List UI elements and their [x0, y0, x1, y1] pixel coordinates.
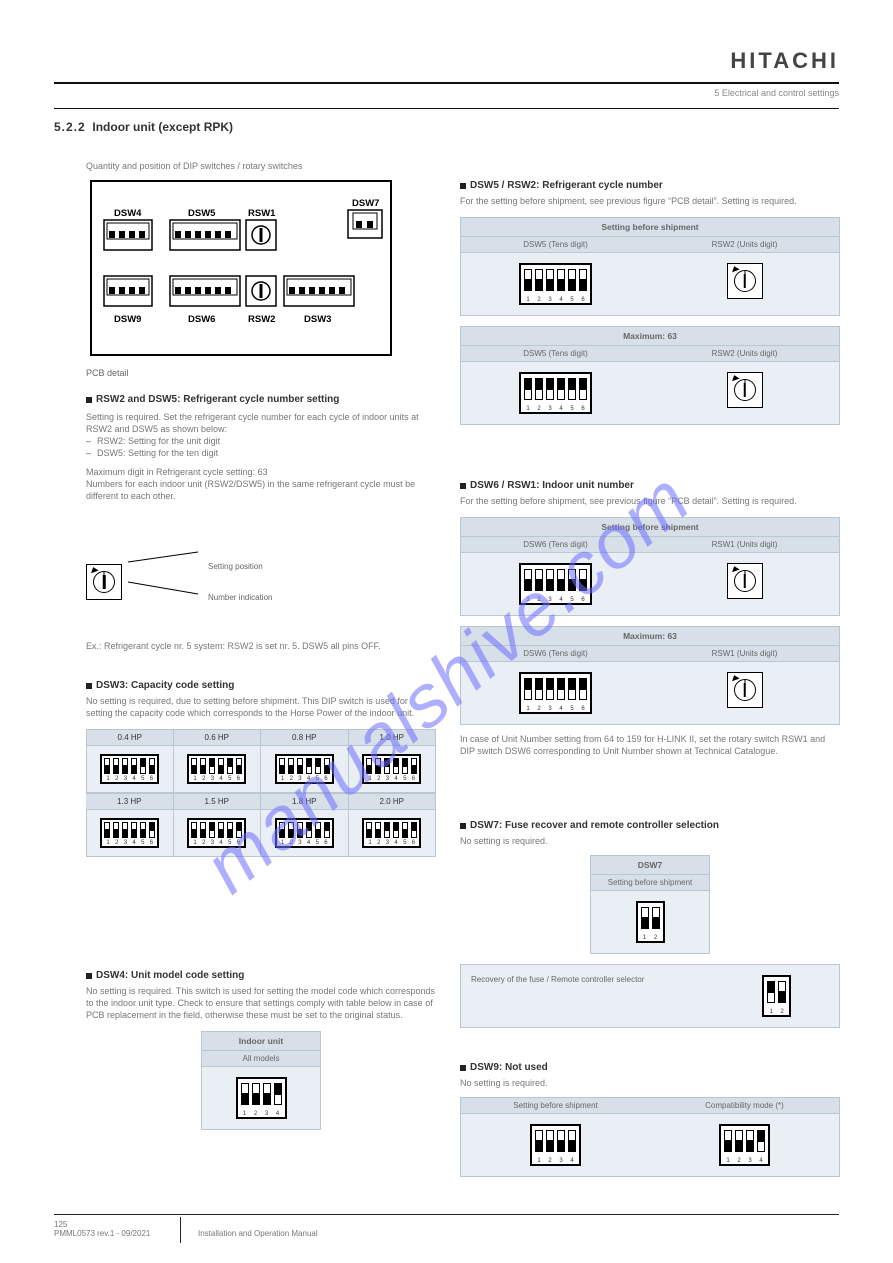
- dip-switch: 123456: [275, 818, 334, 848]
- intro: Quantity and position of DIP switches / …: [86, 160, 836, 172]
- svg-text:DSW7: DSW7: [352, 198, 379, 209]
- dip-switch: 123456: [275, 754, 334, 784]
- dip-switch: 123456: [519, 672, 592, 714]
- rotary-switch-icon: [727, 263, 763, 299]
- rsw-callout-1: Setting position: [208, 562, 272, 571]
- dip-switch: 123456: [519, 563, 592, 605]
- rotary-switch-icon: [727, 672, 763, 708]
- dsw7-block: DSW7: Fuse recover and remote controller…: [460, 820, 840, 1028]
- footer-right: Installation and Operation Manual: [198, 1229, 839, 1239]
- dip-switch: 12: [762, 975, 791, 1017]
- pcb-diagram: DSW4 DSW5 RSW1 DSW7 DSW9 DSW6 RSW2 DSW3: [90, 180, 402, 360]
- dip-switch: 123456: [187, 818, 246, 848]
- footer-rule: [54, 1214, 839, 1215]
- square-bullet-icon: [86, 397, 92, 403]
- square-bullet-icon: [86, 683, 92, 689]
- dsw9-block: DSW9: Not used No setting is required. S…: [460, 1062, 840, 1177]
- brand-logo: HITACHI: [730, 48, 839, 74]
- dsw4-block: DSW4: Unit model code setting No setting…: [86, 970, 436, 1130]
- svg-text:DSW4: DSW4: [114, 208, 142, 219]
- square-bullet-icon: [460, 483, 466, 489]
- svg-text:DSW6: DSW6: [188, 314, 215, 325]
- header-rule-1: [54, 82, 839, 84]
- dip-switch: 123456: [187, 754, 246, 784]
- square-bullet-icon: [460, 1065, 466, 1071]
- square-bullet-icon: [460, 823, 466, 829]
- rsw-callout-2: Number indication: [208, 593, 272, 602]
- svg-text:DSW9: DSW9: [114, 314, 141, 325]
- dip-switch: 123456: [519, 372, 592, 414]
- section-breadcrumb: 5 Electrical and control settings: [54, 88, 839, 98]
- dip-switch: 1234: [719, 1124, 770, 1166]
- page: HITACHI 5 Electrical and control setting…: [0, 0, 893, 1263]
- dip-switch: 12: [636, 901, 665, 943]
- dsw5-rsw2-block: DSW5 / RSW2: Refrigerant cycle number Fo…: [460, 180, 840, 425]
- dip-switch: 1234: [236, 1077, 287, 1119]
- svg-text:RSW1: RSW1: [248, 208, 276, 219]
- dip-switch: 123456: [100, 818, 159, 848]
- pcb-caption: PCB detail: [86, 368, 129, 378]
- rsw-example: Ex.: Refrigerant cycle nr. 5 system: RSW…: [86, 640, 436, 652]
- rotary-switch-icon: [86, 564, 122, 600]
- section-heading: 5.2.2 Indoor unit (except RPK): [54, 120, 233, 134]
- svg-text:RSW2: RSW2: [248, 314, 275, 325]
- section-title: Indoor unit (except RPK): [92, 120, 233, 134]
- header-rule-2: [54, 108, 839, 109]
- dsw6-rsw1-block: DSW6 / RSW1: Indoor unit number For the …: [460, 480, 840, 757]
- svg-text:DSW3: DSW3: [304, 314, 331, 325]
- section-number: 5.2.2: [54, 120, 86, 134]
- svg-text:DSW5: DSW5: [188, 208, 216, 219]
- footer-sep: [180, 1217, 181, 1243]
- dip-switch: 123456: [100, 754, 159, 784]
- rotary-switch-icon: [727, 372, 763, 408]
- dip-switch: 123456: [362, 818, 421, 848]
- square-bullet-icon: [86, 973, 92, 979]
- dsw3-block: DSW3: Capacity code setting No setting i…: [86, 680, 436, 857]
- dip-switch: 123456: [519, 263, 592, 305]
- rsw-zoom: Setting position Number indication: [86, 552, 436, 612]
- dip-switch: 123456: [362, 754, 421, 784]
- square-bullet-icon: [460, 183, 466, 189]
- dip-switch: 1234: [530, 1124, 581, 1166]
- rsw-intro: RSW2 and DSW5: Refrigerant cycle number …: [86, 394, 436, 502]
- footer-left: 125PMML0573 rev.1 - 09/2021: [54, 1220, 164, 1239]
- rotary-switch-icon: [727, 563, 763, 599]
